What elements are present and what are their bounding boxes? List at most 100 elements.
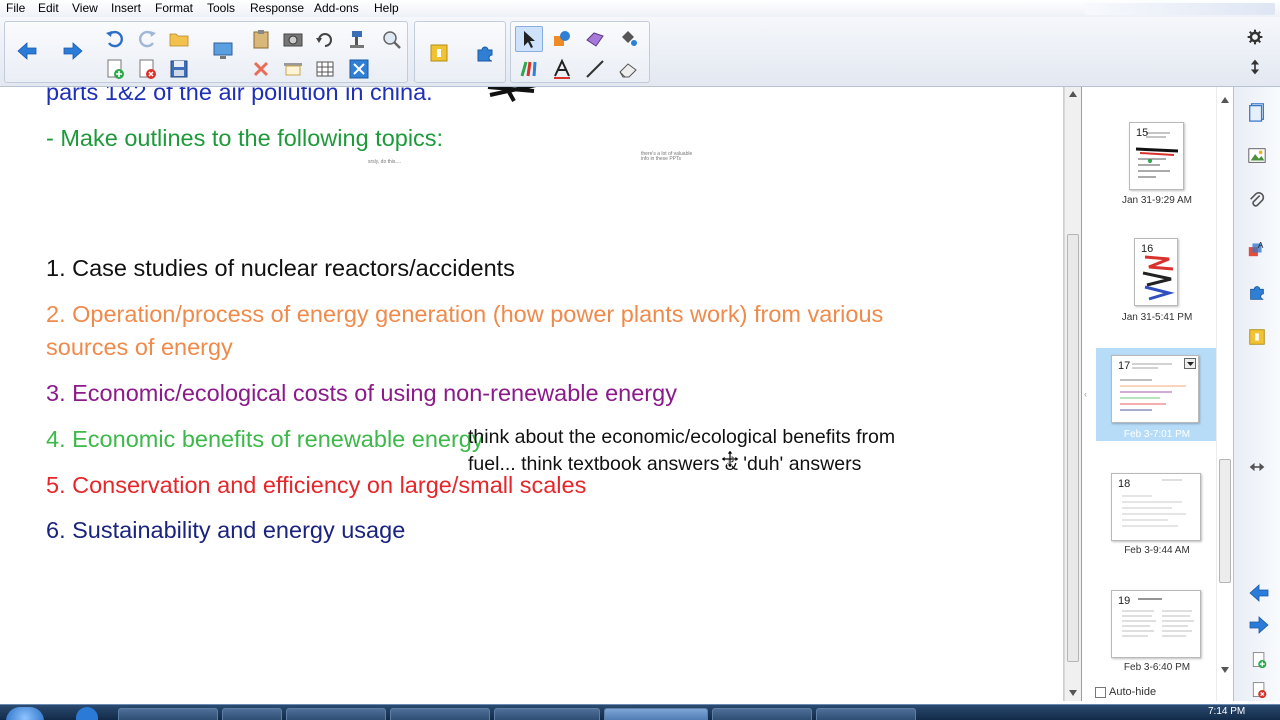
- full-screen-button[interactable]: [345, 56, 373, 82]
- properties-tab[interactable]: A: [1244, 235, 1270, 261]
- move-toolbar-button[interactable]: [1242, 54, 1268, 80]
- toolbar: [0, 17, 1280, 87]
- taskbar-button[interactable]: [494, 708, 600, 720]
- text-tool-button[interactable]: [548, 56, 576, 82]
- menu-add-ons[interactable]: Add-ons: [314, 1, 359, 15]
- attachments-tab[interactable]: [1244, 188, 1270, 214]
- delete-button[interactable]: [247, 56, 275, 82]
- taskbar-button[interactable]: [222, 708, 282, 720]
- undo-button[interactable]: [101, 26, 129, 52]
- save-button[interactable]: [165, 56, 193, 82]
- gallery-essentials-button[interactable]: [425, 40, 453, 66]
- page-thumbnail-15[interactable]: 15: [1129, 122, 1184, 190]
- menu-tools[interactable]: Tools: [207, 1, 235, 15]
- insert-table-button[interactable]: [311, 56, 339, 82]
- start-button[interactable]: [6, 707, 44, 720]
- add-ons-button[interactable]: [471, 40, 499, 66]
- auto-hide-option[interactable]: Auto-hide: [1095, 686, 1156, 698]
- page-menu-dropdown[interactable]: [1184, 358, 1196, 369]
- tab-add-page-button[interactable]: [1246, 647, 1272, 673]
- ink-scribble: [487, 87, 537, 102]
- page-sorter-scrollbar[interactable]: [1216, 87, 1233, 701]
- menu-insert[interactable]: Insert: [111, 1, 141, 15]
- collapse-arrow-icon[interactable]: ‹: [1084, 389, 1087, 399]
- select-tool-button[interactable]: [515, 26, 543, 52]
- screen-capture-button[interactable]: [279, 26, 307, 52]
- previous-page-button[interactable]: [13, 38, 41, 64]
- line-tool-button[interactable]: [581, 56, 609, 82]
- gear-icon: [1247, 29, 1263, 45]
- close-red-icon: [253, 61, 269, 77]
- document-camera-button[interactable]: [343, 26, 371, 52]
- slide-scrollbar[interactable]: [1064, 87, 1081, 701]
- fullscreen-icon: [349, 59, 369, 79]
- svg-text:A: A: [1258, 241, 1264, 250]
- annotation-text-line-1[interactable]: think about the economic/ecological bene…: [468, 426, 895, 449]
- eraser-tool-button[interactable]: [614, 56, 642, 82]
- taskbar-button[interactable]: [286, 708, 386, 720]
- pages-icon: [1249, 103, 1264, 122]
- scroll-up-icon[interactable]: [1069, 91, 1077, 97]
- pens-tool-button[interactable]: [515, 56, 543, 82]
- gallery-tab[interactable]: [1244, 143, 1270, 169]
- delete-page-button[interactable]: [133, 56, 161, 82]
- taskbar-button[interactable]: [816, 708, 916, 720]
- redo-icon: [139, 30, 156, 48]
- rotate-button[interactable]: [311, 26, 339, 52]
- page-thumbnail-17[interactable]: 17: [1111, 355, 1199, 423]
- page-number: 17: [1118, 360, 1131, 372]
- properties-icon: A: [1248, 241, 1264, 257]
- show-hide-button[interactable]: [279, 56, 307, 82]
- menu-help[interactable]: Help: [374, 1, 399, 15]
- internet-explorer-icon[interactable]: [76, 707, 98, 720]
- taskbar-button[interactable]: [712, 708, 812, 720]
- tab-delete-page-button[interactable]: [1246, 677, 1272, 703]
- paste-button[interactable]: [247, 26, 275, 52]
- menu-response[interactable]: Response: [250, 1, 304, 15]
- scroll-up-icon[interactable]: [1221, 97, 1229, 103]
- rotate-icon: [316, 33, 332, 47]
- fill-tool-button[interactable]: [614, 26, 642, 52]
- menu-edit[interactable]: Edit: [38, 1, 59, 15]
- slide-canvas[interactable]: parts 1&2 of the air pollution in china.…: [0, 87, 1064, 701]
- page-number: 18: [1118, 478, 1131, 490]
- add-page-icon: [1252, 652, 1267, 669]
- open-file-button[interactable]: [165, 26, 193, 52]
- text-a-icon: [554, 58, 570, 79]
- taskbar-button[interactable]: [118, 708, 218, 720]
- redo-button[interactable]: [133, 26, 161, 52]
- magnifier-icon: [383, 31, 401, 49]
- slide-scroll-thumb[interactable]: [1067, 234, 1079, 662]
- scroll-down-icon[interactable]: [1221, 667, 1229, 673]
- tab-previous-page-button[interactable]: [1246, 580, 1272, 606]
- page-label: Feb 3-6:40 PM: [1123, 662, 1191, 673]
- menu-view[interactable]: View: [72, 1, 98, 15]
- page-thumbnail-19[interactable]: 19: [1111, 590, 1201, 658]
- slide-outline-heading: - Make outlines to the following topics:: [46, 125, 444, 151]
- taskbar-button[interactable]: [390, 708, 490, 720]
- menu-file[interactable]: File: [6, 1, 25, 15]
- add-page-button[interactable]: [101, 56, 129, 82]
- resize-panel-handle[interactable]: [1244, 454, 1270, 480]
- taskbar-button-active[interactable]: [604, 708, 708, 720]
- menu-format[interactable]: Format: [155, 1, 193, 15]
- sorter-scroll-thumb[interactable]: [1219, 459, 1231, 583]
- magic-pen-button[interactable]: [581, 26, 609, 52]
- auto-hide-checkbox[interactable]: [1095, 686, 1106, 698]
- magic-eraser-icon: [586, 32, 604, 47]
- screen-shade-button[interactable]: [209, 38, 237, 64]
- add-page-icon: [107, 59, 124, 79]
- settings-button[interactable]: [1242, 24, 1268, 50]
- page-sorter-tab[interactable]: [1244, 99, 1270, 125]
- page-thumbnail-18[interactable]: 18: [1111, 473, 1201, 541]
- tab-next-page-button[interactable]: [1246, 612, 1272, 638]
- scroll-down-icon[interactable]: [1069, 690, 1077, 696]
- add-ons-tab[interactable]: [1244, 279, 1270, 305]
- shapes-tool-button[interactable]: [548, 26, 576, 52]
- page-thumbnail-16[interactable]: 16: [1134, 238, 1178, 306]
- magnifier-button[interactable]: [377, 26, 405, 52]
- annotation-text-line-2[interactable]: fuel... think textbook answers & 'duh' a…: [468, 453, 861, 476]
- lesson-activity-tab[interactable]: [1244, 324, 1270, 350]
- system-tray[interactable]: [928, 709, 1188, 720]
- next-page-button[interactable]: [59, 38, 87, 64]
